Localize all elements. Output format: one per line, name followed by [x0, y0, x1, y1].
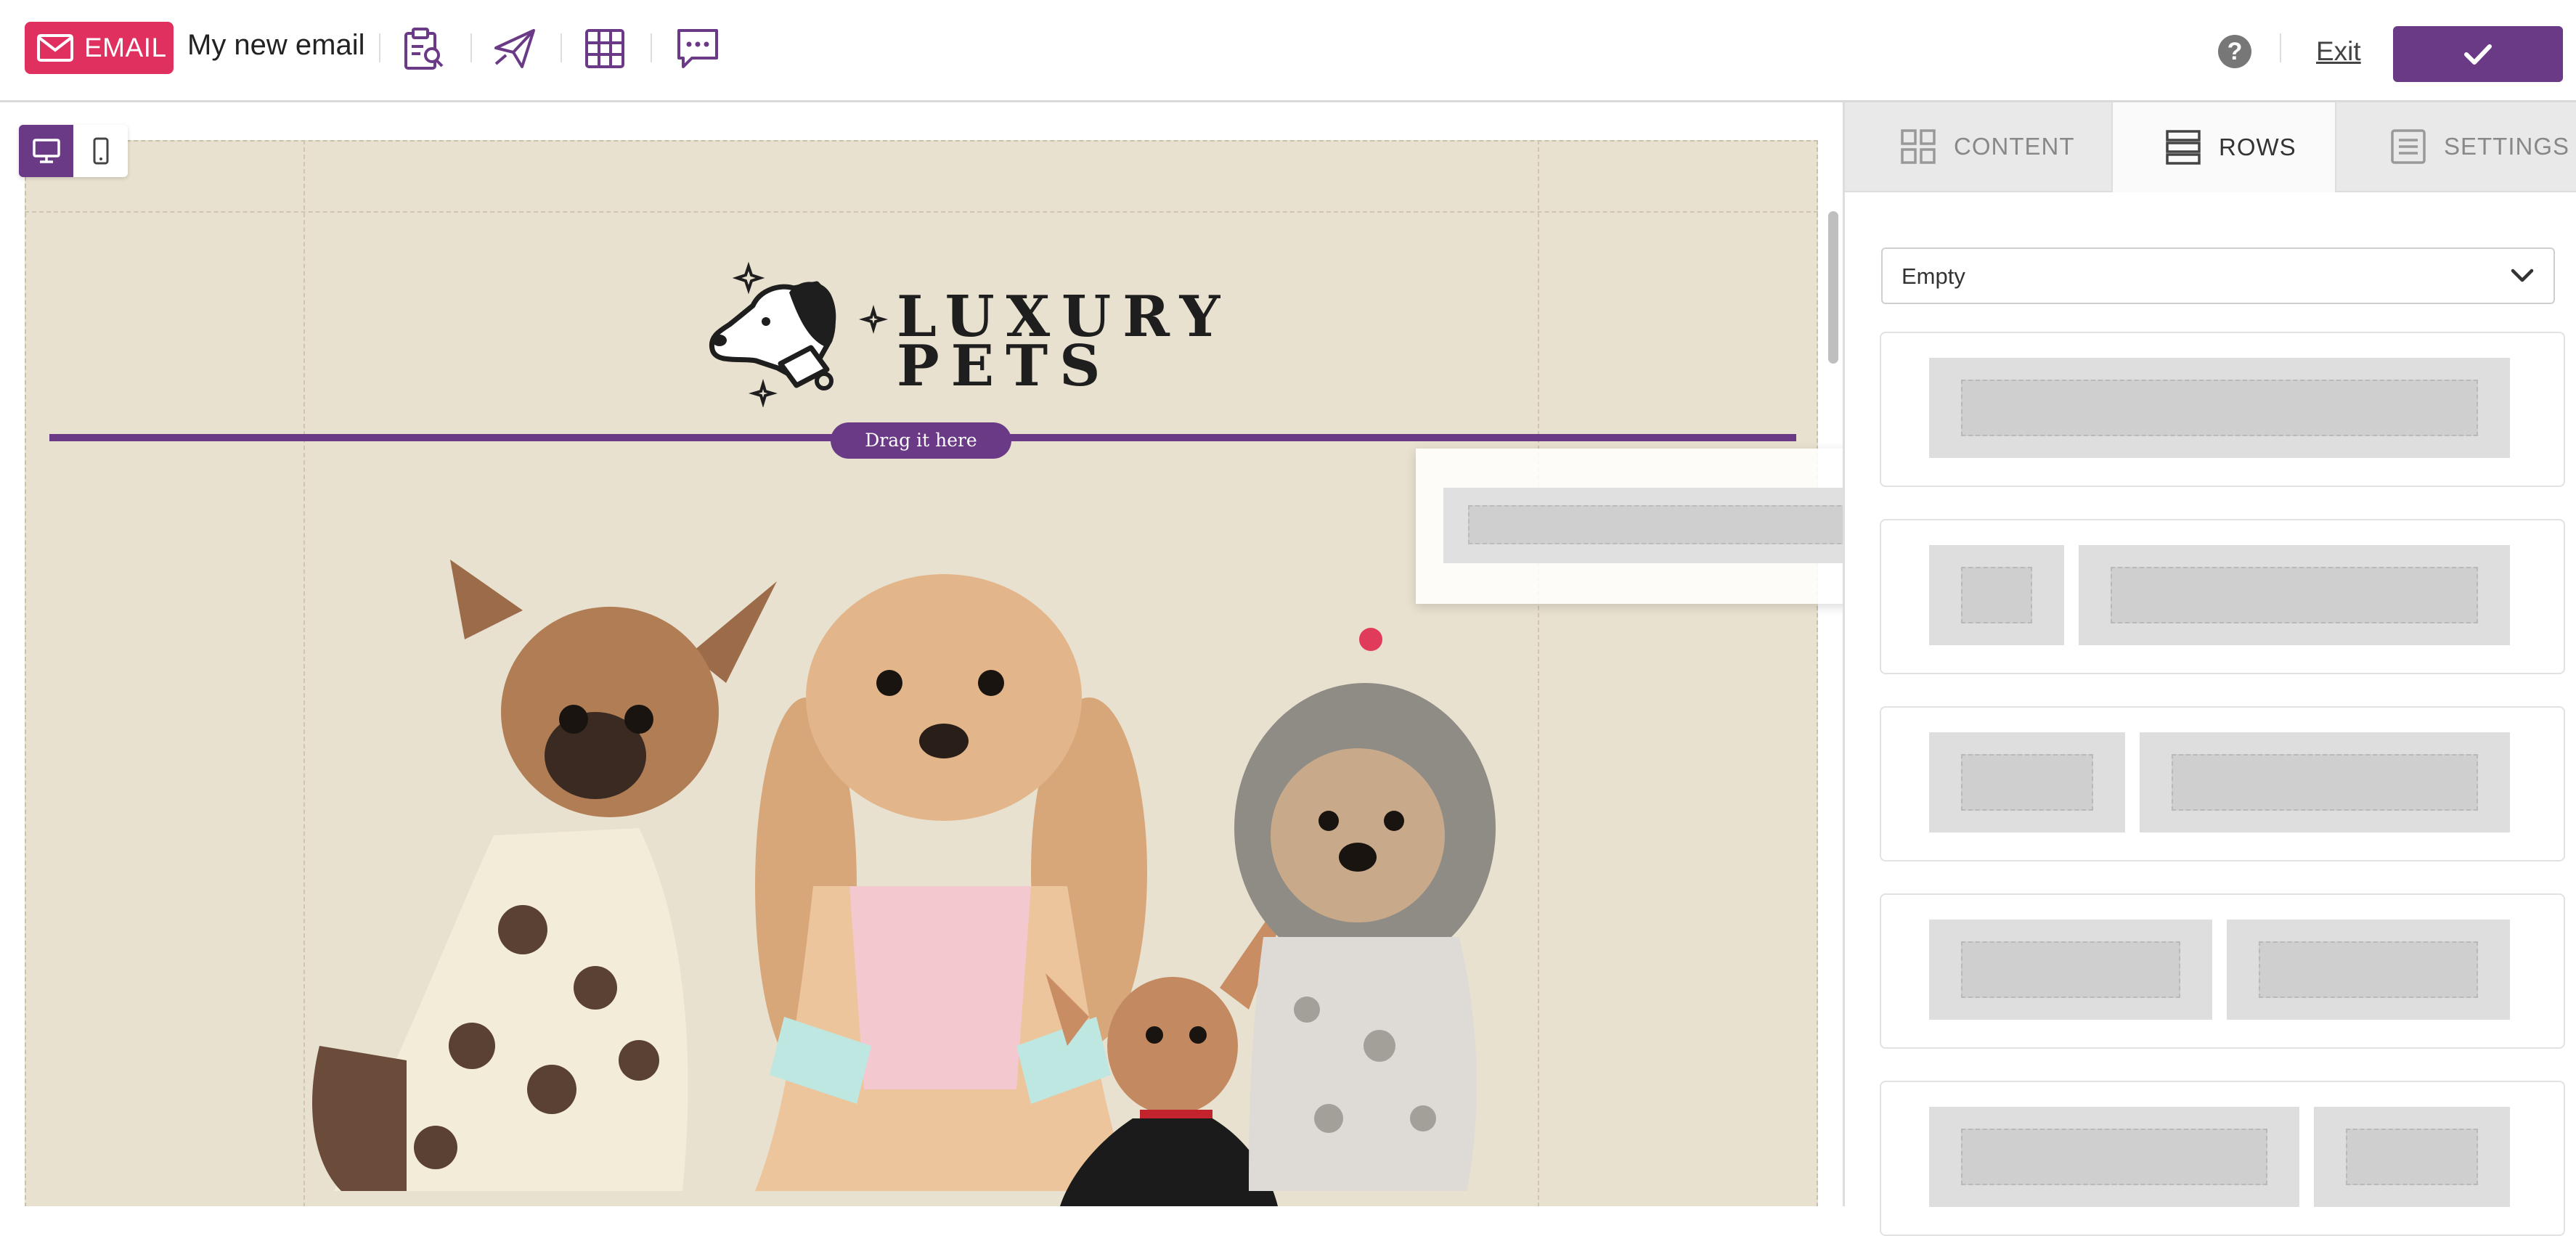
toolbar-divider	[2280, 33, 2281, 62]
row-layout-1-column[interactable]	[1880, 332, 2565, 487]
check-icon	[2464, 44, 2492, 65]
canvas-scrollbar[interactable]	[1828, 211, 1838, 364]
email-badge: EMAIL	[25, 22, 174, 74]
tab-content-label: CONTENT	[1954, 133, 2075, 160]
row-layout-1-4-columns[interactable]	[1880, 519, 2565, 674]
column-placeholder	[1468, 505, 1843, 544]
rows-icon	[2166, 130, 2201, 165]
grid-icon[interactable]	[579, 23, 630, 74]
chihuahua-left	[312, 560, 777, 1191]
content-grid-icon	[1901, 129, 1936, 164]
toolbar-divider	[379, 33, 380, 62]
panel-tabs: CONTENT ROWS SETTINGS	[1845, 102, 2576, 192]
send-icon[interactable]	[489, 23, 540, 74]
dogs-photo	[312, 560, 1496, 1206]
tab-settings[interactable]: SETTINGS	[2336, 102, 2576, 192]
side-panel: CONTENT ROWS SETTINGS Empty	[1843, 102, 2576, 1236]
email-canvas: LUXURY PETS Drag it here	[0, 102, 1843, 1206]
envelope-icon	[37, 34, 73, 62]
yorkshire-terrier	[1234, 628, 1496, 1191]
rows-filter-value: Empty	[1902, 263, 1965, 289]
drag-it-here-label: Drag it here	[831, 422, 1011, 459]
rows-filter-select[interactable]: Empty	[1881, 247, 2555, 304]
tab-settings-label: SETTINGS	[2444, 133, 2570, 160]
cocker-spaniel	[755, 574, 1147, 1191]
email-badge-label: EMAIL	[84, 33, 167, 62]
settings-icon	[2391, 129, 2426, 164]
chevron-down-icon	[2511, 269, 2534, 282]
column-placeholder	[1929, 545, 2064, 645]
column-placeholder	[2079, 545, 2510, 645]
column-placeholder	[1929, 732, 2125, 832]
toolbar-divider	[651, 33, 652, 62]
email-name[interactable]: My new email	[187, 29, 365, 62]
tab-rows[interactable]: ROWS	[2111, 102, 2336, 192]
help-icon[interactable]: ?	[2218, 35, 2251, 68]
toolbar-divider	[470, 33, 472, 62]
tab-rows-label: ROWS	[2219, 134, 2296, 160]
clipboard-icon[interactable]	[398, 23, 449, 74]
top-bar: EMAIL My new email ? Exit	[0, 0, 2576, 102]
column-placeholder	[2227, 920, 2510, 1020]
row-layout-1-1-columns[interactable]	[1880, 893, 2565, 1049]
row-layout-1-2-columns[interactable]	[1880, 706, 2565, 861]
chat-icon[interactable]	[672, 23, 723, 74]
column-placeholder	[1929, 920, 2212, 1020]
column-placeholder	[2140, 732, 2510, 832]
column-placeholder	[1929, 358, 2510, 458]
tab-content[interactable]: CONTENT	[1845, 102, 2111, 192]
save-confirm-button[interactable]	[2393, 26, 2563, 82]
exit-link[interactable]: Exit	[2316, 36, 2361, 67]
column-placeholder	[1929, 1107, 2299, 1207]
row-placeholder	[1443, 488, 1843, 563]
row-layout-2-1-columns[interactable]	[1880, 1081, 2565, 1236]
column-placeholder	[2314, 1107, 2510, 1207]
toolbar-divider	[561, 33, 562, 62]
dragged-row-preview[interactable]	[1416, 449, 1843, 604]
